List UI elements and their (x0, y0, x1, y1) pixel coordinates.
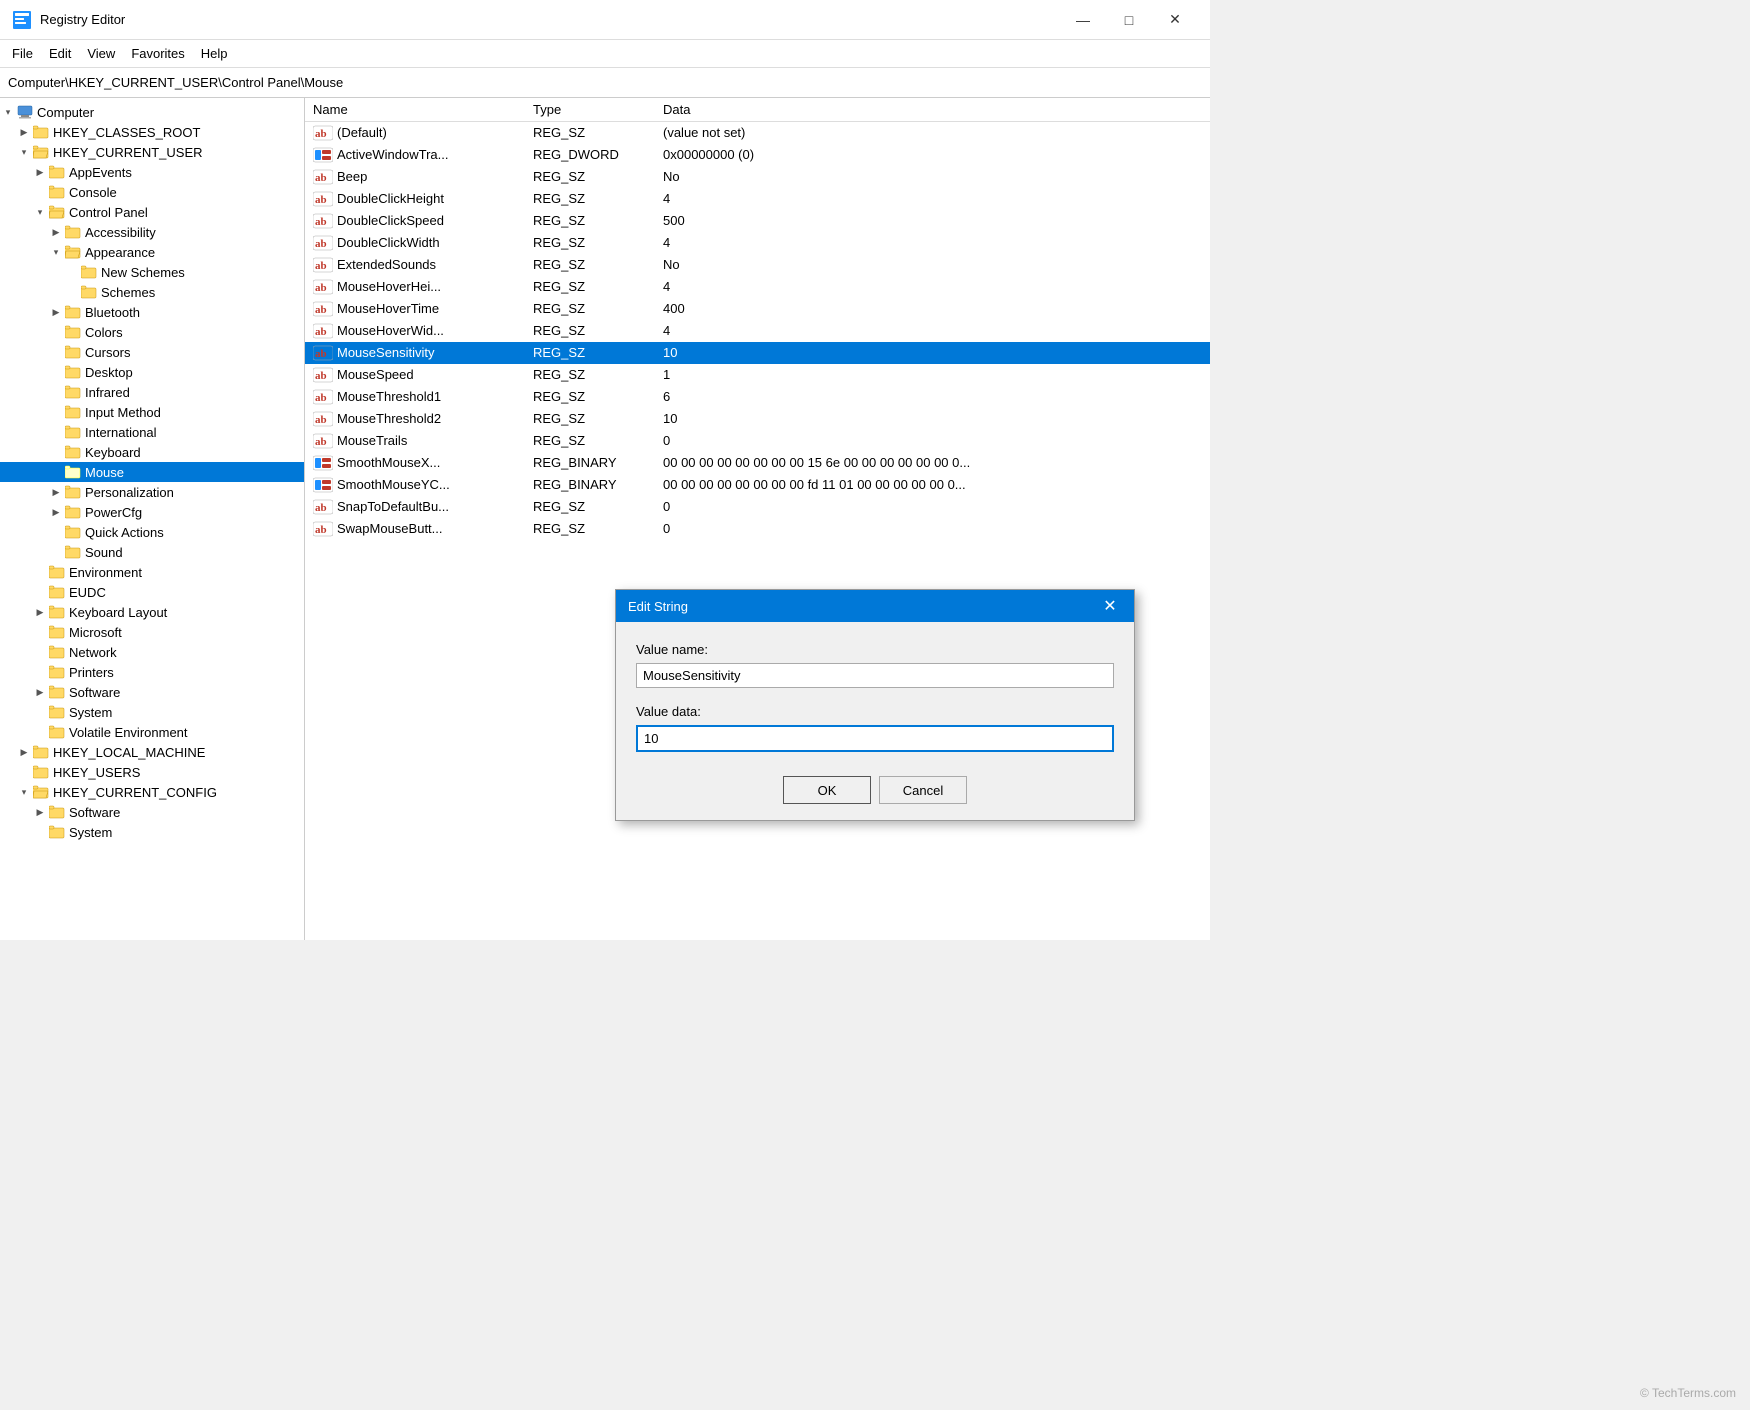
modal-buttons: OK Cancel (636, 776, 1114, 804)
ok-button[interactable]: OK (783, 776, 871, 804)
value-name-input[interactable] (636, 663, 1114, 688)
modal-overlay: Edit String ✕ Value name: Value data: OK… (0, 0, 1750, 1410)
edit-string-dialog: Edit String ✕ Value name: Value data: OK… (615, 589, 1135, 821)
modal-title-bar: Edit String ✕ (616, 590, 1134, 622)
cancel-button[interactable]: Cancel (879, 776, 967, 804)
value-data-input[interactable] (636, 725, 1114, 752)
modal-close-button[interactable]: ✕ (1098, 594, 1122, 618)
modal-title: Edit String (628, 599, 688, 614)
modal-body: Value name: Value data: OK Cancel (616, 622, 1134, 820)
value-data-label: Value data: (636, 704, 1114, 719)
value-name-label: Value name: (636, 642, 1114, 657)
